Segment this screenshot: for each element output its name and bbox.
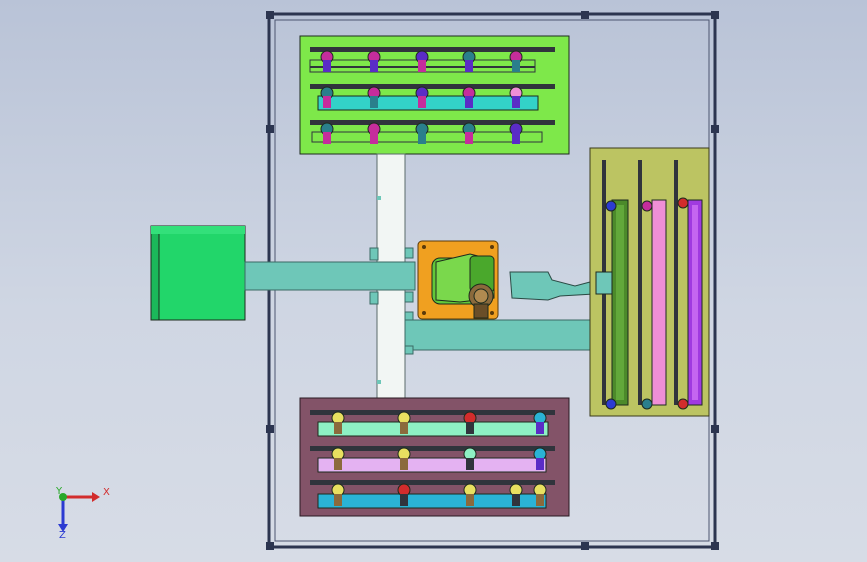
cad-viewport[interactable] [0, 0, 867, 562]
bottom-fixture-row-1 [310, 410, 555, 437]
right-fixture-olive[interactable] [589, 147, 710, 417]
z-axis-label: Z [59, 530, 66, 541]
top-fixture-green[interactable] [299, 35, 570, 155]
bottom-fixture-row-2 [310, 446, 555, 473]
bottom-fixture-maroon[interactable] [299, 397, 570, 517]
x-axis-label: X [103, 487, 110, 498]
left-green-block[interactable] [150, 225, 246, 321]
y-axis-label: Y [56, 486, 63, 497]
axis-triad [58, 492, 100, 532]
